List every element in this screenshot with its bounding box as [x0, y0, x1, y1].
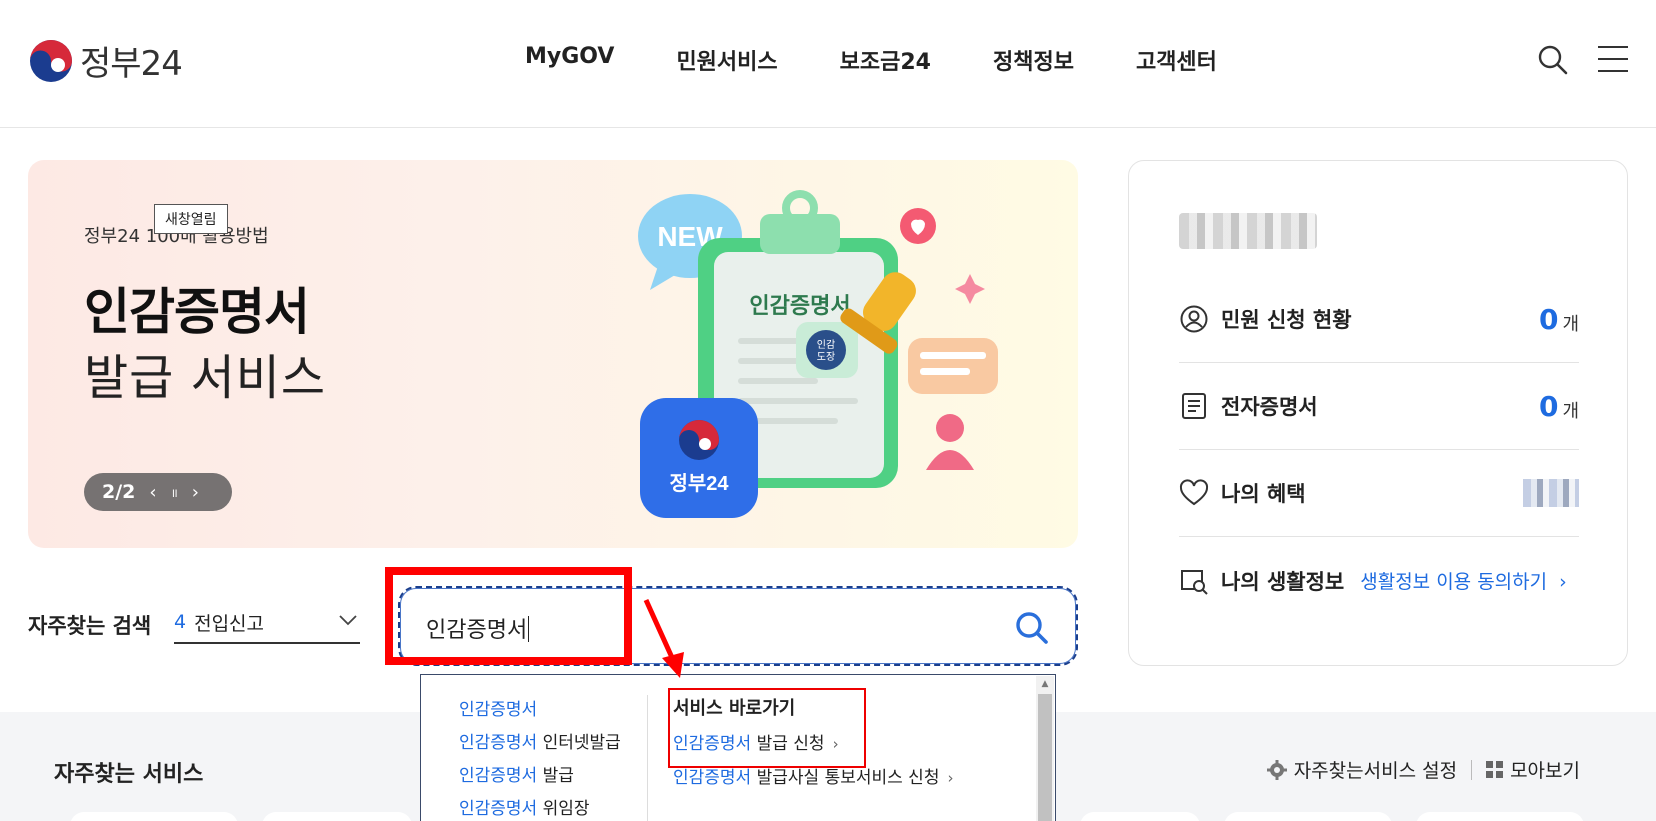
autocomplete-dropdown: 인감증명서 인감증명서 인터넷발급 인감증명서 발급 인감증명서 위임장 서비스… [420, 674, 1056, 821]
service-shortcuts: 서비스 바로가기 인감증명서 발급 신청 › 인감증명서 발급사실 통보서비스 신… [673, 695, 953, 797]
scroll-up-icon[interactable]: ▲ [1036, 676, 1054, 692]
nav-mygov[interactable]: MyGOV [525, 44, 614, 76]
keyword-highlight: 인감증명서 [459, 700, 538, 720]
count-unit: 개 [1562, 314, 1579, 335]
frequent-services-title: 자주찾는 서비스 [54, 762, 204, 787]
logo-text: 정부24 [80, 44, 183, 84]
frequent-services-actions: 자주찾는서비스 설정 모아보기 [1266, 756, 1580, 783]
page: 정부24 MyGOV 민원서비스 보조금24 정책정보 고객센터 정부24 10… [0, 0, 1656, 821]
count-unit: 개 [1562, 401, 1579, 422]
logo[interactable]: 정부24 [28, 36, 183, 85]
chevron-right-icon: › [832, 735, 839, 753]
row-label: 나의 생활정보 [1221, 569, 1345, 594]
certificate-count: 0 [1538, 389, 1559, 423]
header: 정부24 MyGOV 민원서비스 보조금24 정책정보 고객센터 [0, 0, 1656, 128]
app-icon-label: 정부24 [669, 472, 729, 495]
suggestion-item[interactable]: 인감증명서 위임장 [459, 796, 659, 821]
pause-icon[interactable]: ॥ [171, 484, 178, 501]
e-certificate-row[interactable]: 전자증명서 0 개 [1179, 363, 1579, 450]
popular-search-term: 전입신고 [194, 612, 265, 635]
service-card[interactable] [1080, 812, 1200, 821]
heart-icon [1179, 479, 1209, 506]
search-document-icon [1181, 569, 1208, 595]
suggestion-item[interactable]: 인감증명서 발급 [459, 763, 659, 796]
shortcut-rest: 발급 신청 [751, 734, 825, 754]
keyword-highlight: 인감증명서 [673, 768, 752, 788]
shortcut-rest: 발급사실 통보서비스 신청 [751, 768, 940, 788]
suggestion-list: 인감증명서 인감증명서 인터넷발급 인감증명서 발급 인감증명서 위임장 [459, 697, 659, 821]
user-name-blurred [1179, 213, 1317, 249]
view-all-label: 모아보기 [1510, 760, 1580, 782]
shortcut-heading: 서비스 바로가기 [673, 698, 796, 719]
dropdown-scrollbar[interactable]: ▲ [1036, 676, 1054, 821]
keyword-highlight: 인감증명서 [673, 734, 752, 754]
row-label: 전자증명서 [1221, 395, 1318, 419]
banner-title: 인감증명서 [84, 283, 310, 341]
grid-icon [1486, 760, 1504, 778]
search-icon[interactable] [1537, 44, 1569, 76]
document-icon [1182, 393, 1206, 419]
civil-application-status-row[interactable]: 민원 신청 현황 0 개 [1179, 276, 1579, 363]
service-card[interactable] [1224, 812, 1392, 821]
row-label: 민원 신청 현황 [1221, 308, 1352, 332]
settings-label: 자주찾는서비스 설정 [1293, 760, 1458, 782]
keyword-highlight: 인감증명서 [459, 733, 538, 753]
search-input[interactable]: 인감증명서 [398, 586, 1078, 666]
dropdown-divider [647, 695, 648, 821]
pager-count: 2/2 [102, 481, 136, 503]
user-panel: 민원 신청 현황 0 개 전자증명서 0 개 나의 혜택 나의 생활정보 생활정… [1128, 160, 1628, 666]
popular-search-label: 자주찾는 검색 [28, 614, 152, 638]
issuance-notice-service-link[interactable]: 인감증명서 발급사실 통보서비스 신청 › [673, 763, 953, 797]
application-count: 0 [1538, 302, 1559, 336]
suggestion-rest: 위임장 [537, 799, 590, 819]
suggestion-rest: 발급 [537, 766, 574, 786]
chevron-right-icon: › [1559, 571, 1567, 593]
banner-title-line2: 발급 서비스 [84, 350, 327, 406]
gear-icon [1266, 759, 1287, 780]
nav-policy-info[interactable]: 정책정보 [993, 44, 1074, 76]
consent-link-text: 생활정보 이용 동의하기 [1360, 571, 1548, 593]
suggestion-rest: 인터넷발급 [537, 733, 621, 753]
keyword-highlight: 인감증명서 [459, 799, 538, 819]
next-slide-icon[interactable]: › [192, 482, 199, 503]
suggestion-item[interactable]: 인감증명서 [459, 697, 659, 730]
divider [1471, 759, 1473, 780]
seal-text-1: 인감 [817, 339, 835, 351]
main-nav: MyGOV 민원서비스 보조금24 정책정보 고객센터 [525, 44, 1217, 76]
my-benefits-row[interactable]: 나의 혜택 [1179, 450, 1579, 537]
seal-text-2: 도장 [817, 351, 835, 363]
nav-customer-center[interactable]: 고객센터 [1136, 44, 1217, 76]
benefit-value-blurred [1523, 479, 1579, 507]
chevron-right-icon: › [947, 769, 954, 787]
search-button-icon[interactable] [1014, 610, 1050, 646]
view-all-button[interactable]: 모아보기 [1486, 756, 1580, 783]
keyword-highlight: 인감증명서 [459, 766, 538, 786]
frequent-services-settings-button[interactable]: 자주찾는서비스 설정 [1266, 756, 1457, 783]
banner-pager: 2/2 ‹ ॥ › [84, 473, 232, 511]
life-info-consent-link[interactable]: 생활정보 이용 동의하기 › [1360, 567, 1567, 594]
popular-search-rank: 4 [174, 611, 187, 633]
my-life-info-row: 나의 생활정보 생활정보 이용 동의하기 › [1179, 537, 1579, 624]
row-label: 나의 혜택 [1221, 482, 1306, 506]
nav-civil-services[interactable]: 민원서비스 [676, 44, 777, 76]
clipboard-title: 인감증명서 [749, 293, 850, 318]
taegeuk-logo-icon [30, 39, 72, 82]
certificate-illustration: NEW 인감증명서 인감 도장 정부24 [638, 190, 998, 518]
main-banner[interactable]: 정부24 100배 활용방법 새창열림 인감증명서 발급 서비스 2/2 ‹ ॥… [28, 160, 1078, 548]
seal-certificate-apply-link[interactable]: 인감증명서 발급 신청 › [673, 729, 953, 763]
search-query: 인감증명서 [426, 612, 529, 644]
service-card[interactable] [70, 812, 238, 821]
service-card[interactable] [1416, 812, 1584, 821]
user-circle-icon [1180, 305, 1208, 333]
popular-search-select[interactable]: 4 전입신고 [174, 602, 360, 644]
suggestion-item[interactable]: 인감증명서 인터넷발급 [459, 730, 659, 763]
prev-slide-icon[interactable]: ‹ [149, 482, 156, 503]
service-card[interactable] [262, 812, 412, 821]
nav-subsidy24[interactable]: 보조금24 [840, 44, 931, 76]
scroll-thumb[interactable] [1038, 694, 1052, 821]
new-window-tooltip: 새창열림 [154, 204, 228, 234]
hamburger-menu-icon[interactable] [1598, 46, 1628, 72]
chevron-down-icon [339, 615, 357, 626]
